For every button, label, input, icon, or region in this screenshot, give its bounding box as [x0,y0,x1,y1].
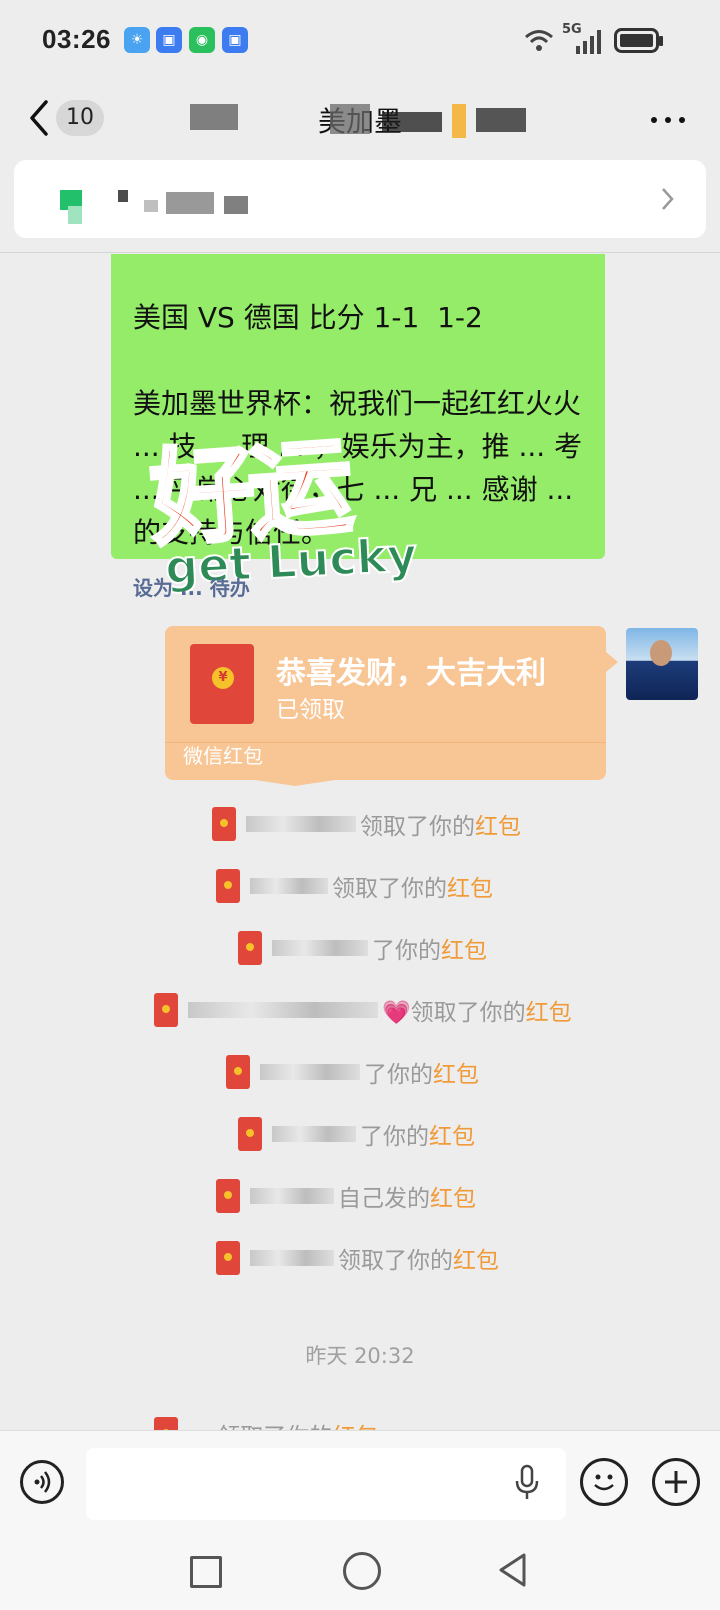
redacted-block [330,104,370,134]
signal-icon [576,30,601,54]
system-notice: 了你的 红包 [238,928,487,968]
security-icon: ▣ [156,27,182,53]
emoji-button[interactable] [580,1458,628,1506]
red-packet-icon [216,1241,240,1275]
redacted-block [476,108,526,132]
red-packet-link[interactable]: 红包 [441,931,487,965]
voice-input-button[interactable] [20,1460,64,1504]
notice-text: 领取了你的 [360,814,475,840]
redacted-block [190,104,238,130]
wechat-icon: ◉ [189,27,215,53]
message-input[interactable] [86,1448,566,1520]
notice-text: 领取了你的 [338,1248,453,1274]
more-functions-button[interactable] [652,1458,700,1506]
red-packet-icon [238,1117,262,1151]
red-packet-pointer [255,780,335,786]
system-notice: 领取了你的 红包 [212,804,521,844]
redacted-name [188,1002,378,1018]
message-timestamp: 昨天 20:32 [305,1344,415,1368]
avatar-face [650,640,672,666]
home-button[interactable] [343,1552,381,1590]
red-packet-icon [212,807,236,841]
red-packet-icon [216,1179,240,1213]
redacted-name [250,878,328,894]
microphone-icon[interactable] [514,1464,540,1502]
notice-text: 了你的 [364,1062,433,1088]
system-notice: 了你的 红包 [238,1114,475,1154]
more-options-button[interactable] [648,110,688,130]
set-todo-link[interactable]: 设为 ... 待办 [133,572,250,601]
red-packet-link[interactable]: 红包 [429,1117,475,1151]
red-packet-link[interactable]: 红包 [447,869,493,903]
redacted-name [272,1126,356,1142]
notice-text: 领取了你的 [332,876,447,902]
plus-icon [665,1471,687,1493]
system-notice: 领取了你的 红包 [216,1238,499,1278]
system-notice: 了你的 红包 [226,1052,479,1092]
wifi-icon [525,30,553,51]
smiley-icon [594,1474,614,1491]
redacted-block [118,190,128,202]
notice-text: 了你的 [360,1124,429,1150]
back-nav-button[interactable] [496,1552,528,1588]
notice-text: 💗领取了你的 [382,1000,526,1026]
red-packet-greeting: 恭喜发财，大吉大利 [276,656,546,691]
status-clock: 03:26 [42,24,111,54]
redacted-block [452,104,466,138]
voice-icon [34,1471,51,1493]
red-packet-icon [226,1055,250,1089]
red-packet-icon [154,993,178,1027]
system-notice: 自己发的 红包 [216,1176,476,1216]
notice-text: 了你的 [372,938,441,964]
redacted-block [166,192,214,214]
redacted-block [224,196,248,214]
redacted-name [260,1064,360,1080]
battery-icon [614,28,663,53]
pinned-app-icon [68,206,82,224]
recent-apps-button[interactable] [190,1556,222,1588]
red-packet-tail [606,652,618,672]
redacted-name [250,1250,334,1266]
red-packet-link[interactable]: 红包 [430,1179,476,1213]
chevron-right-icon [662,188,674,210]
weather-icon: ☀ [124,27,150,53]
red-packet-icon [216,869,240,903]
system-notice: 💗领取了你的 红包 [154,990,572,1030]
red-packet-link[interactable]: 红包 [526,993,572,1027]
redacted-name [246,816,356,832]
red-packet-link[interactable]: 红包 [475,807,521,841]
redacted-block [144,200,158,212]
red-packet-link[interactable]: 红包 [433,1055,479,1089]
redacted-block [382,112,442,132]
red-packet-status: 已领取 [276,697,345,723]
coin-icon: ¥ [212,667,234,689]
red-packet-brand: 微信红包 [183,744,263,768]
redacted-name [250,1188,334,1204]
divider [0,252,720,253]
red-packet-icon [238,931,262,965]
red-packet-link[interactable]: 红包 [453,1241,499,1275]
avatar[interactable] [626,628,698,700]
notice-text: 自己发的 [338,1186,430,1212]
security-icon: ▣ [222,27,248,53]
system-notice: 领取了你的 红包 [216,866,493,906]
redacted-name [272,940,368,956]
